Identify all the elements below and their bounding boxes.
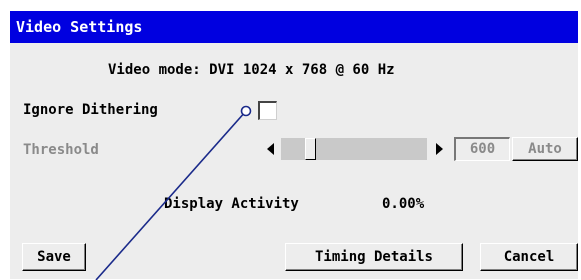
display-activity-value: 0.00% — [382, 196, 425, 212]
save-button[interactable]: Save — [22, 243, 86, 271]
ignore-dithering-checkbox[interactable] — [258, 101, 277, 120]
threshold-slider-thumb[interactable] — [305, 138, 316, 160]
video-mode-text: Video mode: DVI 1024 x 768 @ 60 Hz — [108, 62, 395, 78]
threshold-value-field[interactable]: 600 — [454, 137, 510, 161]
threshold-label: Threshold — [23, 142, 99, 158]
display-activity-label: Display Activity — [164, 196, 299, 212]
arrow-left-icon — [266, 143, 274, 155]
threshold-decrease-button[interactable] — [259, 138, 281, 160]
timing-details-button[interactable]: Timing Details — [285, 243, 463, 271]
auto-button[interactable]: Auto — [512, 137, 578, 161]
threshold-slider-track[interactable] — [281, 138, 427, 160]
cancel-button[interactable]: Cancel — [480, 243, 578, 271]
threshold-increase-button[interactable] — [428, 138, 450, 160]
title-bar: Video Settings — [10, 11, 578, 43]
arrow-right-icon — [435, 143, 443, 155]
ignore-dithering-label: Ignore Dithering — [23, 102, 158, 118]
